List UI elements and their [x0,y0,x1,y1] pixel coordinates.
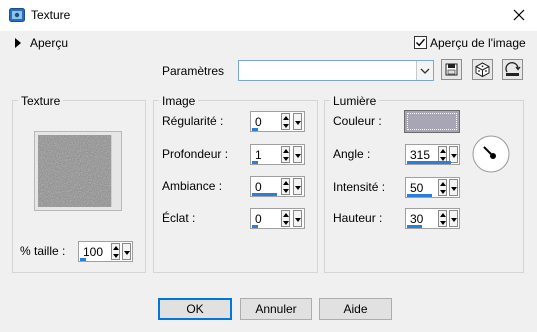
checkbox-icon [415,38,426,47]
eclat-spinner[interactable]: 0 [250,208,305,229]
help-button[interactable]: Aide [319,298,392,320]
ambiance-dropdown[interactable] [293,178,302,195]
size-spinner[interactable]: 100 [78,241,133,262]
profondeur-updown[interactable] [281,146,290,163]
regularite-spinner[interactable]: 0 [250,111,305,132]
presets-label: Paramètres [162,64,225,78]
close-icon[interactable] [508,4,530,26]
texture-swatch [38,135,112,207]
preview-image-checkbox[interactable] [414,36,427,49]
ambiance-value: 0 [255,180,262,194]
intensity-spinner[interactable]: 50 [405,177,460,198]
height-spinner[interactable]: 30 [405,208,460,229]
intensity-level-bar [407,194,432,197]
reset-icon [505,62,521,76]
light-color-swatch[interactable] [404,110,460,133]
size-label: % taille : [20,244,66,258]
angle-dial-icon[interactable] [472,135,510,173]
ambiance-level-bar [252,193,277,196]
image-group-title: Image [159,94,199,108]
cancel-button[interactable]: Annuler [240,298,312,320]
window-title: Texture [31,8,71,22]
apercu-toggle[interactable]: Aperçu [30,36,68,50]
eclat-label: Éclat : [162,211,196,225]
eclat-level-bar [252,225,258,228]
texture-scrollbar[interactable] [111,135,119,207]
size-level-bar [80,258,86,261]
height-level-bar [407,225,422,228]
regularite-value: 0 [255,115,262,129]
size-dropdown[interactable] [122,243,131,260]
height-value: 30 [410,212,424,226]
texture-preview[interactable] [34,131,122,211]
regularite-level-bar [252,128,258,131]
texture-app-icon [9,8,25,22]
random-button[interactable] [472,59,493,80]
size-updown[interactable] [111,243,120,260]
eclat-updown[interactable] [281,210,290,227]
ambiance-spinner[interactable]: 0 [250,176,305,197]
ambiance-label: Ambiance : [162,179,223,193]
profondeur-value: 1 [255,148,262,162]
profondeur-level-bar [252,161,258,164]
profondeur-label: Profondeur : [162,147,229,161]
angle-level-bar [407,161,451,164]
regularite-updown[interactable] [281,113,290,130]
regularite-dropdown[interactable] [293,113,302,130]
height-dropdown[interactable] [449,210,458,227]
expand-arrow-icon[interactable] [15,38,21,48]
regularite-label: Régularité : [162,114,224,128]
intensity-updown[interactable] [438,179,447,196]
angle-label: Angle : [333,147,371,161]
texture-group-title: Texture [18,94,64,108]
save-preset-icon [445,63,458,76]
reset-button[interactable] [502,59,523,80]
random-icon [475,62,490,78]
ok-button[interactable]: OK [158,298,232,320]
color-label: Couleur : [333,114,382,128]
title-bar [0,0,537,31]
profondeur-dropdown[interactable] [293,146,302,163]
height-label: Hauteur : [333,211,383,225]
intensity-label: Intensité : [333,180,386,194]
intensity-value: 50 [410,181,424,195]
eclat-value: 0 [255,212,262,226]
eclat-dropdown[interactable] [293,210,302,227]
height-updown[interactable] [438,210,447,227]
presets-dropdown[interactable] [238,60,434,81]
angle-spinner[interactable]: 315 [405,144,460,165]
light-group-title: Lumière [330,94,380,108]
profondeur-spinner[interactable]: 1 [250,144,305,165]
angle-value: 315 [410,148,431,162]
preview-image-label[interactable]: Aperçu de l'image [430,36,526,50]
intensity-dropdown[interactable] [449,179,458,196]
chevron-down-icon[interactable] [416,61,433,80]
ambiance-updown[interactable] [281,178,290,195]
save-preset-button[interactable] [441,59,462,80]
size-value: 100 [83,245,104,259]
